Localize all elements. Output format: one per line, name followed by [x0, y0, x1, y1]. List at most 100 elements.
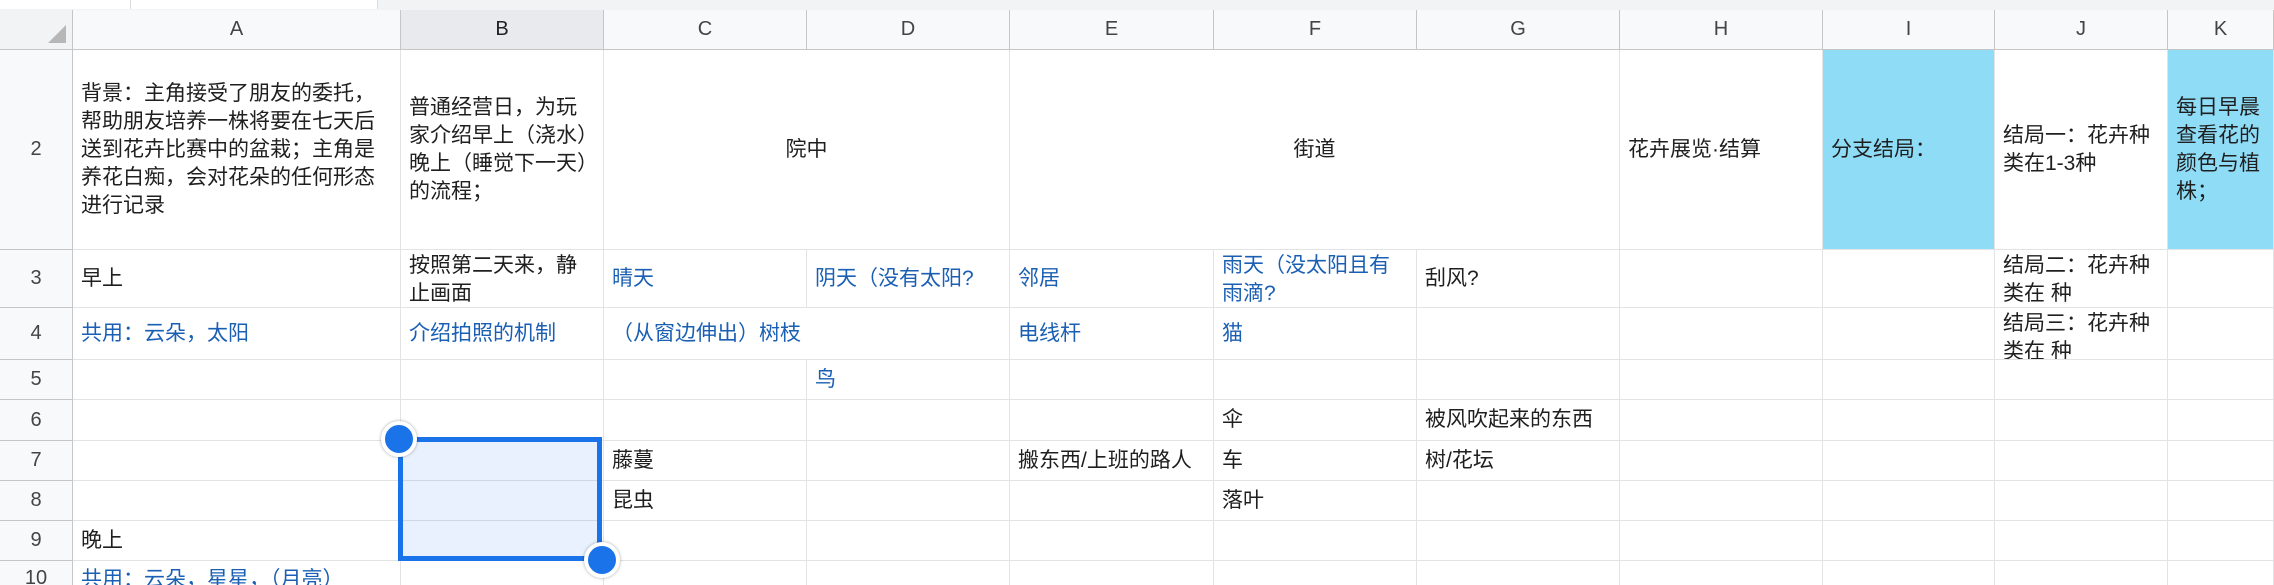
row-header-7[interactable]: 7	[0, 441, 73, 481]
cell-a6[interactable]	[73, 400, 401, 441]
cell-c8[interactable]: 昆虫	[604, 481, 807, 521]
cell-e7[interactable]: 搬东西/上班的路人	[1010, 441, 1214, 481]
cell-c9[interactable]	[604, 521, 807, 561]
cell-c6[interactable]	[604, 400, 807, 441]
cell-d5[interactable]: 鸟	[807, 360, 1010, 400]
cell-j7[interactable]	[1995, 441, 2168, 481]
cell-d10[interactable]	[807, 561, 1010, 585]
cell-d3[interactable]: 阴天（没有太阳?	[807, 250, 1010, 308]
column-header-b[interactable]: B	[401, 10, 604, 50]
cell-g5[interactable]	[1417, 360, 1620, 400]
cell-k3[interactable]	[2168, 250, 2274, 308]
cell-j4[interactable]: 结局三：花卉种类在 种	[1995, 308, 2168, 360]
cell-b5[interactable]	[401, 360, 604, 400]
cell-b6[interactable]	[401, 400, 604, 441]
cell-f8[interactable]: 落叶	[1214, 481, 1417, 521]
cell-k9[interactable]	[2168, 521, 2274, 561]
cell-e3[interactable]: 邻居	[1010, 250, 1214, 308]
cell-d9[interactable]	[807, 521, 1010, 561]
cell-a9[interactable]: 晚上	[73, 521, 401, 561]
cell-b3[interactable]: 按照第二天来，静止画面	[401, 250, 604, 308]
cell-i6[interactable]	[1823, 400, 1995, 441]
cell-j10[interactable]	[1995, 561, 2168, 585]
cell-c2-merged[interactable]: 院中	[604, 50, 1010, 250]
cell-f3[interactable]: 雨天（没太阳且有雨滴?	[1214, 250, 1417, 308]
cell-f7[interactable]: 车	[1214, 441, 1417, 481]
select-all-corner[interactable]	[0, 10, 73, 50]
cell-b2[interactable]: 普通经营日，为玩家介绍早上（浇水）晚上（睡觉下一天）的流程；	[401, 50, 604, 250]
cell-i2[interactable]: 分支结局：	[1823, 50, 1995, 250]
cell-f10[interactable]	[1214, 561, 1417, 585]
column-header-d[interactable]: D	[807, 10, 1010, 50]
cell-i7[interactable]	[1823, 441, 1995, 481]
cell-a8[interactable]	[73, 481, 401, 521]
column-header-k[interactable]: K	[2168, 10, 2274, 50]
cell-k7[interactable]	[2168, 441, 2274, 481]
cell-f4[interactable]: 猫	[1214, 308, 1417, 360]
cell-e5[interactable]	[1010, 360, 1214, 400]
cell-a7[interactable]	[73, 441, 401, 481]
cell-k2[interactable]: 每日早晨查看花的颜色与植株；	[2168, 50, 2274, 250]
column-header-a[interactable]: A	[73, 10, 401, 50]
column-header-i[interactable]: I	[1823, 10, 1995, 50]
selection-end-handle[interactable]	[584, 542, 620, 578]
selection-range[interactable]	[398, 437, 602, 561]
cell-a10[interactable]: 共用：云朵，星星，（月亮）	[73, 561, 401, 585]
formula-bar-remnant[interactable]	[131, 0, 378, 9]
cell-c7[interactable]: 藤蔓	[604, 441, 807, 481]
cell-j8[interactable]	[1995, 481, 2168, 521]
cell-h7[interactable]	[1620, 441, 1823, 481]
cell-e9[interactable]	[1010, 521, 1214, 561]
row-header-5[interactable]: 5	[0, 360, 73, 400]
cell-e4[interactable]: 电线杆	[1010, 308, 1214, 360]
cell-h4[interactable]	[1620, 308, 1823, 360]
cell-a2[interactable]: 背景：主角接受了朋友的委托，帮助朋友培养一株将要在七天后送到花卉比赛中的盆栽；主…	[73, 50, 401, 250]
cell-f9[interactable]	[1214, 521, 1417, 561]
column-header-g[interactable]: G	[1417, 10, 1620, 50]
row-header-2[interactable]: 2	[0, 50, 73, 250]
name-box-remnant[interactable]	[0, 0, 131, 9]
cell-g6[interactable]: 被风吹起来的东西	[1417, 400, 1620, 441]
cell-g4[interactable]	[1417, 308, 1620, 360]
selection-start-handle[interactable]	[381, 421, 417, 457]
cell-e8[interactable]	[1010, 481, 1214, 521]
cell-h3[interactable]	[1620, 250, 1823, 308]
cell-g9[interactable]	[1417, 521, 1620, 561]
cell-j2[interactable]: 结局一：花卉种类在1-3种	[1995, 50, 2168, 250]
column-header-j[interactable]: J	[1995, 10, 2168, 50]
cell-j6[interactable]	[1995, 400, 2168, 441]
cell-h2[interactable]: 花卉展览·结算	[1620, 50, 1823, 250]
cell-j5[interactable]	[1995, 360, 2168, 400]
cell-d6[interactable]	[807, 400, 1010, 441]
cell-h5[interactable]	[1620, 360, 1823, 400]
row-header-3[interactable]: 3	[0, 250, 73, 308]
cell-d7[interactable]	[807, 441, 1010, 481]
column-header-c[interactable]: C	[604, 10, 807, 50]
cell-a3[interactable]: 早上	[73, 250, 401, 308]
cell-g10[interactable]	[1417, 561, 1620, 585]
row-header-10[interactable]: 10	[0, 561, 73, 585]
cell-h6[interactable]	[1620, 400, 1823, 441]
cell-f6[interactable]: 伞	[1214, 400, 1417, 441]
cell-c3[interactable]: 晴天	[604, 250, 807, 308]
column-header-e[interactable]: E	[1010, 10, 1214, 50]
cell-j9[interactable]	[1995, 521, 2168, 561]
row-header-4[interactable]: 4	[0, 308, 73, 360]
cell-j3[interactable]: 结局二：花卉种类在 种	[1995, 250, 2168, 308]
cell-e6[interactable]	[1010, 400, 1214, 441]
cell-k8[interactable]	[2168, 481, 2274, 521]
cell-i4[interactable]	[1823, 308, 1995, 360]
row-header-8[interactable]: 8	[0, 481, 73, 521]
cell-k6[interactable]	[2168, 400, 2274, 441]
cell-h8[interactable]	[1620, 481, 1823, 521]
cell-c5[interactable]	[604, 360, 807, 400]
cell-i10[interactable]	[1823, 561, 1995, 585]
row-header-6[interactable]: 6	[0, 400, 73, 441]
cell-a4[interactable]: 共用：云朵，太阳	[73, 308, 401, 360]
cell-i5[interactable]	[1823, 360, 1995, 400]
cell-g3[interactable]: 刮风?	[1417, 250, 1620, 308]
cell-b10[interactable]	[401, 561, 604, 585]
row-header-9[interactable]: 9	[0, 521, 73, 561]
cell-c10[interactable]	[604, 561, 807, 585]
cell-c4[interactable]: （从窗边伸出）树枝	[604, 308, 1010, 360]
